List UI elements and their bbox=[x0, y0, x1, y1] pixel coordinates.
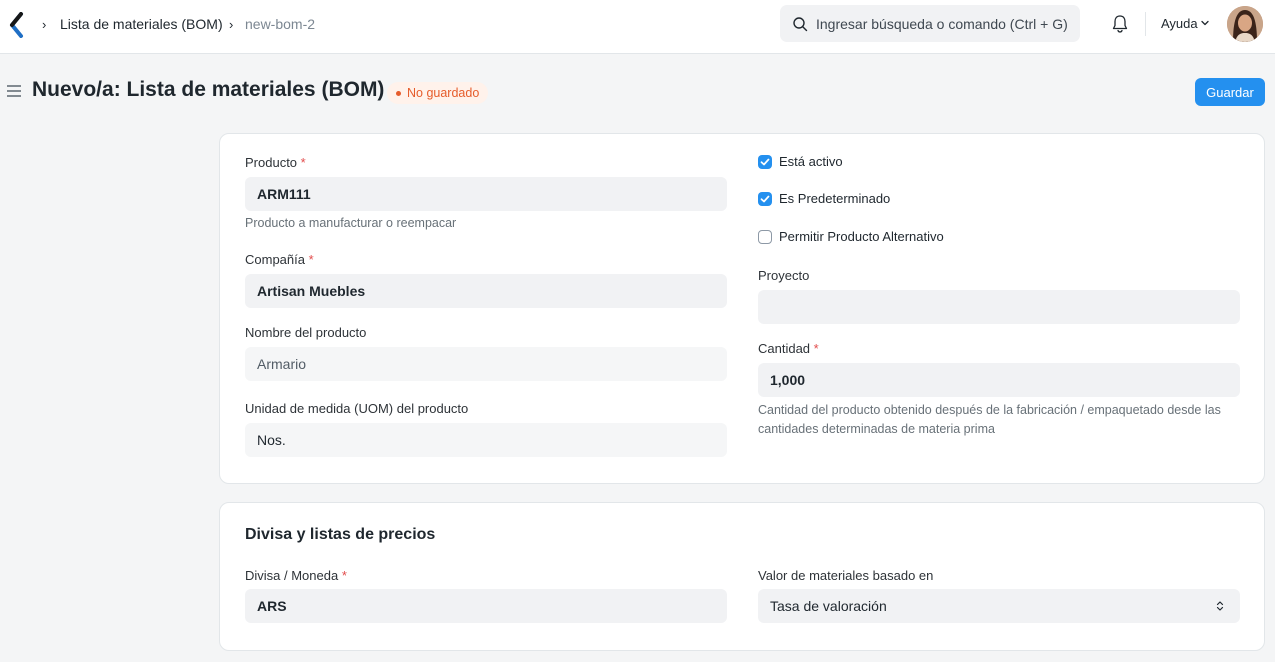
notification-bell-icon[interactable] bbox=[1111, 14, 1129, 34]
sidebar-toggle-icon[interactable] bbox=[6, 84, 22, 98]
user-avatar[interactable] bbox=[1227, 6, 1263, 42]
valor-materiales-selected: Tasa de valoración bbox=[770, 598, 887, 614]
breadcrumb-separator: › bbox=[229, 17, 234, 32]
breadcrumb-bom-list[interactable]: Lista de materiales (BOM) bbox=[60, 16, 223, 32]
status-label: No guardado bbox=[407, 86, 480, 100]
valor-materiales-select[interactable]: Tasa de valoración bbox=[758, 589, 1240, 623]
search-bar[interactable]: Ingresar búsqueda o comando (Ctrl + G) bbox=[780, 5, 1080, 42]
proyecto-input[interactable] bbox=[758, 290, 1240, 324]
breadcrumb-separator: › bbox=[42, 17, 47, 32]
cantidad-help: Cantidad del producto obtenido después d… bbox=[758, 403, 1221, 436]
search-icon bbox=[793, 17, 808, 32]
nombre-producto-value: Armario bbox=[245, 347, 727, 381]
nombre-producto-label: Nombre del producto bbox=[245, 325, 367, 340]
esta-activo-label[interactable]: Está activo bbox=[779, 154, 843, 169]
navbar-divider bbox=[1145, 12, 1146, 36]
producto-help: Producto a manufacturar o reempacar bbox=[245, 216, 457, 230]
bom-details-card: Producto * ARM111 Producto a manufactura… bbox=[219, 133, 1265, 484]
es-predeterminado-checkbox[interactable] bbox=[758, 192, 772, 206]
es-predeterminado-label[interactable]: Es Predeterminado bbox=[779, 191, 890, 206]
producto-label: Producto * bbox=[245, 155, 306, 170]
chevron-down-icon bbox=[1201, 20, 1209, 26]
help-menu[interactable]: Ayuda bbox=[1161, 16, 1198, 31]
uom-label: Unidad de medida (UOM) del producto bbox=[245, 401, 469, 416]
page-title: Nuevo/a: Lista de materiales (BOM) bbox=[32, 78, 385, 101]
compania-input[interactable]: Artisan Muebles bbox=[245, 274, 727, 308]
breadcrumb-current-doc[interactable]: new-bom-2 bbox=[245, 16, 315, 32]
esta-activo-checkbox[interactable] bbox=[758, 155, 772, 169]
search-placeholder: Ingresar búsqueda o comando (Ctrl + G) bbox=[816, 16, 1068, 32]
select-arrows-icon bbox=[1216, 601, 1224, 611]
divisa-label: Divisa / Moneda * bbox=[245, 568, 347, 583]
permitir-alternativo-label[interactable]: Permitir Producto Alternativo bbox=[779, 229, 944, 244]
save-button[interactable]: Guardar bbox=[1195, 78, 1265, 106]
status-dot-icon bbox=[396, 91, 401, 96]
compania-label: Compañía * bbox=[245, 252, 314, 267]
currency-section-card: Divisa y listas de precios Divisa / Mone… bbox=[219, 502, 1265, 651]
navbar: › Lista de materiales (BOM) › new-bom-2 … bbox=[0, 0, 1275, 54]
divisa-input[interactable]: ARS bbox=[245, 589, 727, 623]
app-logo-icon[interactable] bbox=[9, 12, 25, 38]
section-title[interactable]: Divisa y listas de precios bbox=[245, 526, 435, 544]
cantidad-input[interactable]: 1,000 bbox=[758, 363, 1240, 397]
status-badge: No guardado bbox=[387, 82, 489, 104]
checkmark-icon bbox=[760, 195, 770, 203]
cantidad-label: Cantidad * bbox=[758, 341, 819, 356]
checkmark-icon bbox=[760, 158, 770, 166]
proyecto-label: Proyecto bbox=[758, 268, 810, 283]
valor-materiales-label: Valor de materiales basado en bbox=[758, 568, 934, 583]
uom-value: Nos. bbox=[245, 423, 727, 457]
producto-input[interactable]: ARM111 bbox=[245, 177, 727, 211]
permitir-alternativo-checkbox[interactable] bbox=[758, 230, 772, 244]
